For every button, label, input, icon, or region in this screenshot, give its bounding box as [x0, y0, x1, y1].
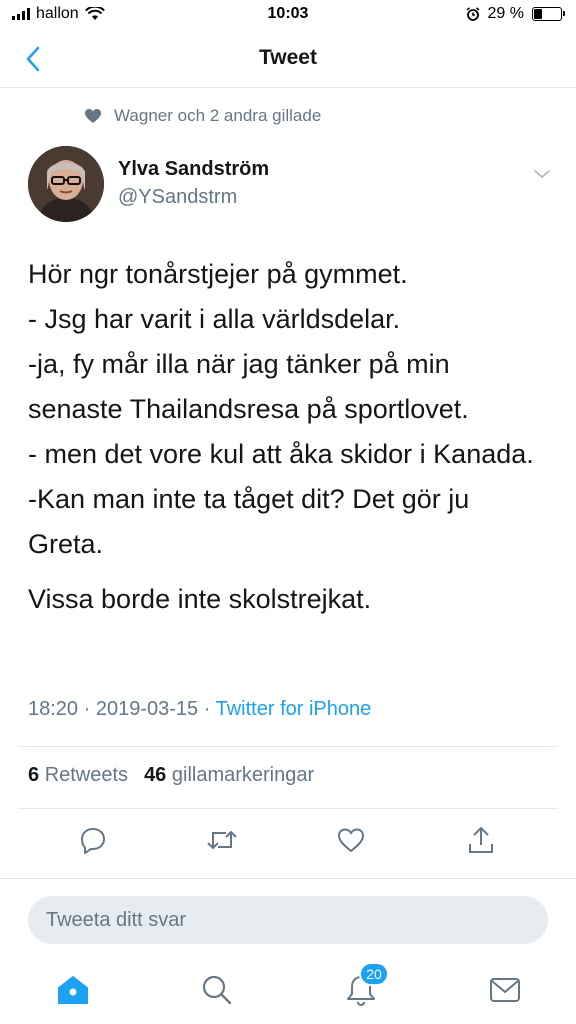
tweet-author: Ylva Sandström @YSandstrm: [28, 146, 558, 226]
author-name[interactable]: Ylva Sandström: [118, 158, 269, 181]
meta-separator: ·: [83, 698, 91, 720]
likes-count: 46: [144, 764, 167, 786]
navigation-bar: Tweet: [0, 30, 576, 88]
meta-separator: ·: [203, 698, 211, 720]
tweet-time: 18:20: [28, 698, 79, 720]
search-icon: [202, 975, 232, 1005]
tweet-date: 2019-03-15: [95, 698, 199, 720]
tab-search[interactable]: [199, 972, 235, 1008]
tweet-stats: 6 Retweets 46 gillamarkeringar: [28, 764, 314, 787]
page-title: Tweet: [259, 46, 317, 69]
like-icon: [338, 828, 364, 852]
status-right: 29 %: [466, 5, 565, 23]
notifications-badge: 20: [359, 962, 389, 986]
social-context-text: Wagner och 2 andra gillade: [114, 106, 322, 125]
share-button[interactable]: [465, 824, 497, 856]
battery-icon: [532, 7, 565, 21]
retweets-stat[interactable]: 6 Retweets: [28, 764, 128, 787]
divider: [18, 746, 558, 747]
reply-input[interactable]: Tweeta ditt svar: [28, 896, 548, 944]
tweet-paragraph: Hör ngr tonårstjejer på gymmet. - Jsg ha…: [28, 259, 534, 559]
divider: [18, 808, 558, 809]
tab-notifications[interactable]: 20: [343, 962, 389, 1008]
reply-button[interactable]: [77, 824, 109, 856]
likes-label: gillamarkeringar: [171, 764, 315, 786]
tweet-meta: 18:20 · 2019-03-15 · Twitter for iPhone: [28, 698, 371, 721]
retweet-icon: [207, 831, 237, 849]
status-bar: hallon 10:03 29 %: [0, 0, 576, 30]
avatar-image: [28, 146, 104, 222]
likes-stat[interactable]: 46 gillamarkeringar: [144, 764, 314, 787]
tab-messages[interactable]: [487, 972, 523, 1008]
tweet-text: Hör ngr tonårstjejer på gymmet. - Jsg ha…: [28, 252, 548, 622]
like-button[interactable]: [335, 824, 367, 856]
retweets-label: Retweets: [44, 764, 129, 786]
social-context[interactable]: Wagner och 2 andra gillade: [84, 106, 321, 126]
chevron-down-icon[interactable]: [532, 164, 552, 184]
retweet-button[interactable]: [206, 824, 238, 856]
author-handle[interactable]: @YSandstrm: [118, 186, 237, 209]
battery-level: [534, 9, 542, 19]
tweet-paragraph: Vissa borde inte skolstrejkat.: [28, 584, 372, 614]
tweet-actions: [0, 820, 576, 860]
home-icon: [58, 976, 88, 1004]
battery-percent: 29 %: [487, 5, 524, 22]
alarm-icon: [466, 7, 480, 21]
heart-icon: [85, 109, 101, 123]
tab-bar: 20: [0, 960, 576, 1024]
messages-icon: [490, 978, 520, 1002]
retweets-count: 6: [28, 764, 40, 786]
divider: [0, 878, 576, 879]
tweet-source-link[interactable]: Twitter for iPhone: [216, 698, 372, 720]
tab-home[interactable]: [55, 972, 91, 1008]
share-icon: [469, 827, 493, 853]
avatar[interactable]: [28, 146, 104, 222]
reply-icon: [81, 828, 105, 854]
